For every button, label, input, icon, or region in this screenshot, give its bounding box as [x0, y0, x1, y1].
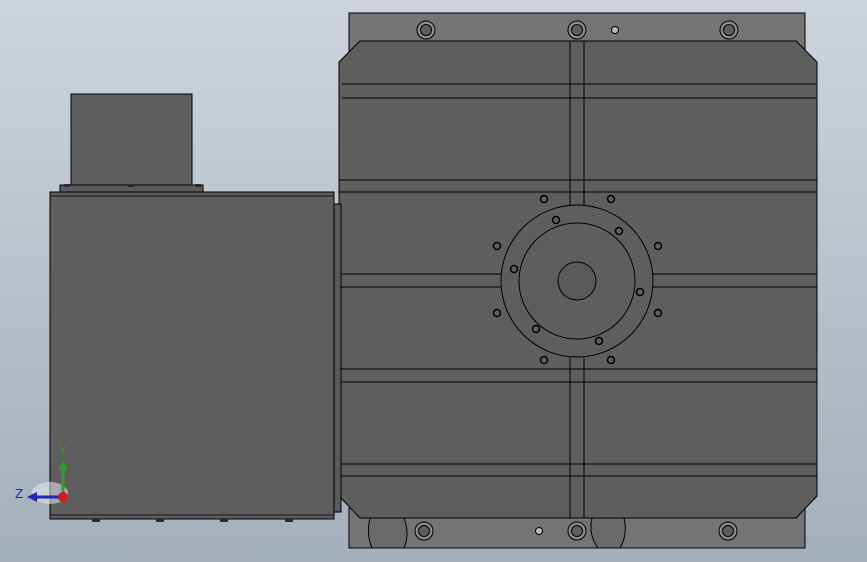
y-axis-label: Y [58, 444, 67, 458]
terminal-box[interactable] [70, 93, 193, 186]
bottom-boss-right [590, 517, 626, 549]
gearbox-housing[interactable] [338, 12, 818, 549]
z-axis-label: Z [15, 487, 23, 501]
cad-viewport[interactable]: Y Z [0, 0, 867, 562]
bottom-boss-left [367, 517, 408, 549]
gearbox-model-view[interactable]: Y Z [0, 0, 867, 562]
output-flange[interactable] [500, 204, 654, 358]
motor-body[interactable] [49, 191, 335, 520]
x-axis-dot [58, 492, 68, 502]
motor-assembly[interactable] [49, 93, 342, 522]
z-axis-arrowhead [27, 492, 37, 502]
